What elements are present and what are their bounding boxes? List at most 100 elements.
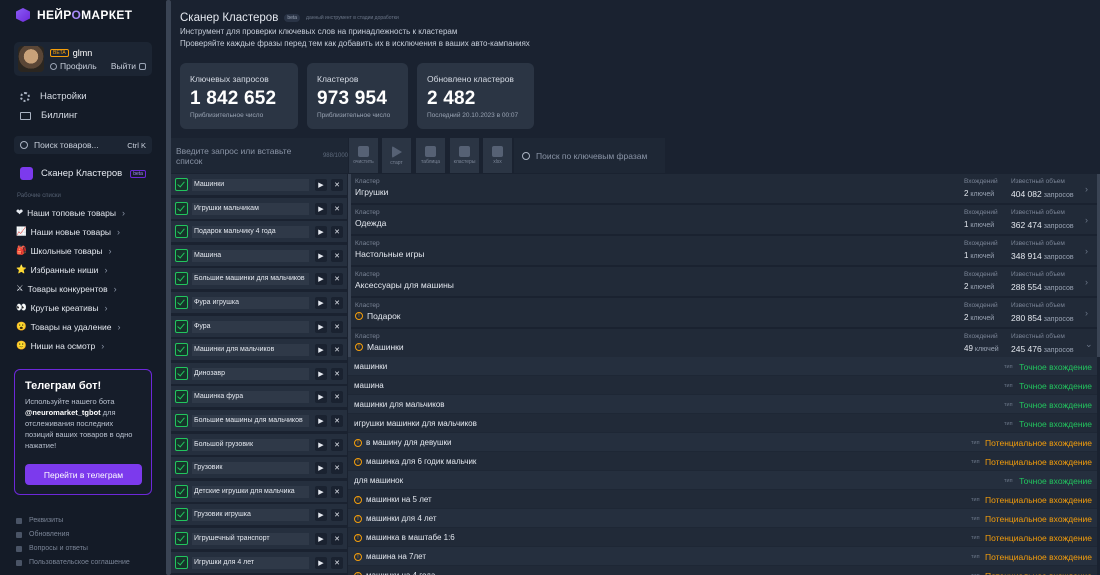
remove-button[interactable]: ✕: [331, 344, 343, 357]
query-checkbox[interactable]: [175, 508, 188, 522]
list-item-school-products[interactable]: 🎒 Школьные товары ›: [16, 245, 112, 256]
remove-button[interactable]: ✕: [331, 202, 343, 215]
remove-button[interactable]: ✕: [331, 462, 343, 475]
nav-cluster-scanner[interactable]: Сканер Кластеров beta: [20, 167, 146, 180]
query-checkbox[interactable]: [175, 178, 188, 191]
query-checkbox[interactable]: [175, 296, 188, 309]
list-item-creatives[interactable]: 👀 Крутые креативы ›: [16, 302, 108, 313]
list-item-new-products[interactable]: 📈 Наши новые товары ›: [16, 226, 120, 237]
list-item-top-products[interactable]: ❤ Наши топовые товары ›: [16, 207, 125, 218]
nav-billing[interactable]: Биллинг: [20, 110, 78, 121]
play-button[interactable]: ▶: [315, 249, 327, 262]
query-input[interactable]: Введите запрос или вставьте список 988/1…: [171, 138, 348, 173]
clear-button[interactable]: очистить: [349, 138, 378, 173]
footer-faq[interactable]: Вопросы и ответы: [16, 545, 88, 552]
play-button[interactable]: ▶: [315, 320, 327, 333]
telegram-button[interactable]: Перейти в телеграм: [25, 464, 142, 485]
list-item-removal[interactable]: 😮 Товары на удаление ›: [16, 321, 121, 332]
cluster-row[interactable]: Кластер Игрушки Вхождений 2 ключей Известный…: [351, 174, 1097, 204]
cluster-row[interactable]: Кластер! Подарок Вхождений 2 ключей Известны…: [351, 298, 1097, 328]
entries-unit: ключей: [970, 284, 995, 291]
remove-button[interactable]: ✕: [331, 226, 343, 239]
remove-button[interactable]: ✕: [331, 533, 343, 545]
play-button[interactable]: ▶: [315, 438, 327, 451]
query-checkbox[interactable]: [175, 225, 188, 239]
start-button[interactable]: старт: [382, 138, 411, 173]
volume-unit: запросов: [1043, 316, 1074, 323]
query-text: Детские игрушки для мальчика: [192, 485, 309, 498]
list-item-review-niches[interactable]: 🙂 Ниши на осмотр ›: [16, 340, 104, 351]
query-row: Машинка фура ▶ ✕: [171, 386, 347, 409]
remove-button[interactable]: ✕: [331, 415, 343, 427]
product-search[interactable]: Поиск товаров... Ctrl K: [14, 136, 152, 154]
remove-button[interactable]: ✕: [331, 367, 343, 380]
play-button[interactable]: ▶: [315, 367, 327, 380]
query-checkbox[interactable]: [175, 272, 188, 286]
remove-button[interactable]: ✕: [331, 249, 343, 262]
tool-label: таблица: [420, 159, 440, 165]
footer-requisites[interactable]: Реквизиты: [16, 517, 63, 524]
phrase-row: игрушки машинки для мальчиков тип Точное в…: [348, 414, 1097, 433]
xlsx-button[interactable]: xlsx: [483, 138, 512, 173]
query-checkbox[interactable]: [175, 201, 188, 215]
user-name: glmn: [72, 48, 93, 58]
play-button[interactable]: ▶: [315, 415, 327, 427]
remove-button[interactable]: ✕: [331, 320, 343, 333]
chevron-right-icon: ›: [1085, 184, 1088, 194]
entries-label: Вхождений: [964, 209, 998, 216]
play-button[interactable]: ▶: [315, 226, 327, 239]
remove-button[interactable]: ✕: [331, 556, 343, 569]
play-button[interactable]: ▶: [315, 533, 327, 545]
query-checkbox[interactable]: [175, 484, 188, 498]
cluster-row[interactable]: Кластер Одежда Вхождений 1 ключей Известный …: [351, 205, 1097, 235]
clusters-button[interactable]: кластеры: [450, 138, 479, 173]
play-button[interactable]: ▶: [315, 485, 327, 498]
footer-updates[interactable]: Обновления: [16, 531, 69, 538]
phrase-row: ! машинка для 6 годик мальчик тип Потенциал…: [348, 452, 1097, 471]
keyword-search-input[interactable]: Поиск по ключевым фразам: [514, 138, 665, 173]
logout-button[interactable]: Выйти: [111, 61, 146, 71]
remove-button[interactable]: ✕: [331, 485, 343, 498]
remove-button[interactable]: ✕: [331, 391, 343, 404]
cluster-row[interactable]: Кластер Аксессуары для машины Вхождений 2 к…: [351, 267, 1097, 297]
table-button[interactable]: таблица: [416, 138, 445, 173]
play-button[interactable]: ▶: [315, 462, 327, 475]
remove-button[interactable]: ✕: [331, 438, 343, 451]
profile-link[interactable]: Профиль: [50, 61, 97, 71]
play-button[interactable]: ▶: [315, 509, 327, 522]
list-item-competitors[interactable]: ⚔ Товары конкурентов ›: [16, 283, 117, 294]
nav-settings[interactable]: Настройки: [20, 91, 87, 102]
trash-icon: [358, 146, 369, 157]
play-button[interactable]: ▶: [315, 273, 327, 286]
query-checkbox[interactable]: [175, 555, 188, 569]
query-checkbox[interactable]: [175, 366, 188, 380]
query-checkbox[interactable]: [175, 390, 188, 404]
list-item-favorite-niches[interactable]: ⭐ Избранные ниши ›: [16, 264, 107, 275]
query-checkbox[interactable]: [175, 532, 188, 545]
cluster-row[interactable]: Кластер! Машинки Вхождений 49 ключей Известн…: [351, 329, 1097, 359]
cluster-row[interactable]: Кластер Настольные игры Вхождений 1 ключей И…: [351, 236, 1097, 266]
play-button[interactable]: ▶: [315, 179, 327, 191]
footer-agreement[interactable]: Пользовательское соглашение: [16, 559, 130, 566]
query-checkbox[interactable]: [175, 319, 188, 333]
logout-label: Выйти: [110, 61, 136, 71]
query-checkbox[interactable]: [175, 248, 188, 262]
phrase-label: машинки: [354, 362, 388, 371]
query-checkbox[interactable]: [175, 414, 188, 427]
phrase-row: ! машинки для 4 лет тип Потенциальное вхожд…: [348, 509, 1097, 528]
remove-button[interactable]: ✕: [331, 273, 343, 286]
remove-button[interactable]: ✕: [331, 297, 343, 309]
phrase-type-label: тип: [971, 535, 980, 541]
query-checkbox[interactable]: [175, 461, 188, 475]
play-button[interactable]: ▶: [315, 556, 327, 569]
play-button[interactable]: ▶: [315, 297, 327, 309]
play-button[interactable]: ▶: [315, 391, 327, 404]
play-button[interactable]: ▶: [315, 344, 327, 357]
remove-button[interactable]: ✕: [331, 179, 343, 191]
logo[interactable]: НЕЙРОМАРКЕТ: [16, 8, 132, 22]
query-checkbox[interactable]: [175, 437, 188, 451]
remove-button[interactable]: ✕: [331, 509, 343, 522]
stat-sub: Последний 20.10.2023 в 00:07: [427, 112, 519, 119]
query-checkbox[interactable]: [175, 343, 188, 357]
play-button[interactable]: ▶: [315, 202, 327, 215]
